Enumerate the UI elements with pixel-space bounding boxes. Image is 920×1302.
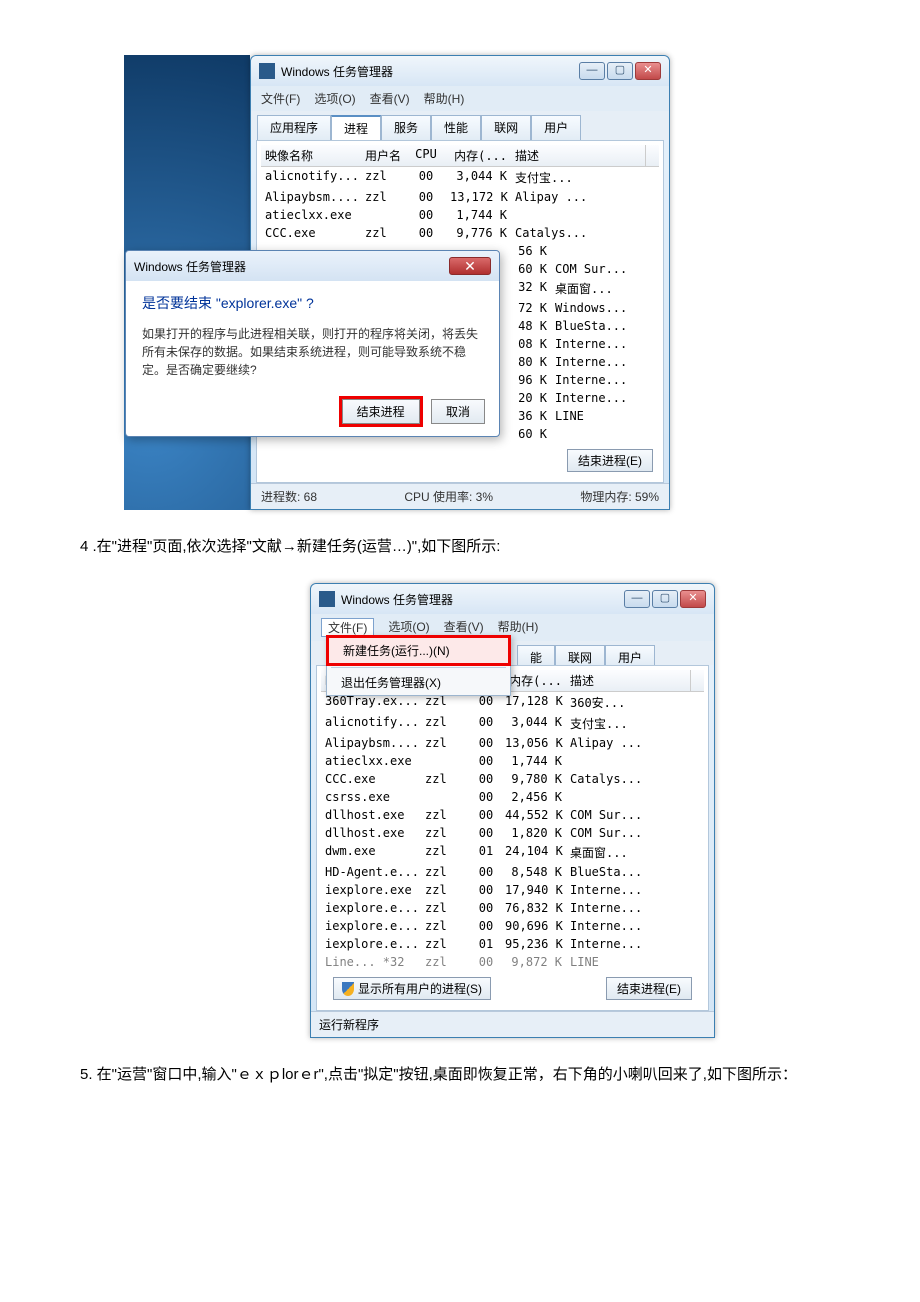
col-name[interactable]: 映像名称 — [261, 145, 361, 166]
statusbar-bottom: 运行新程序 — [311, 1011, 714, 1037]
close-button[interactable]: ✕ — [635, 62, 661, 80]
table-row[interactable]: dllhost.exezzl0044,552 KCOM Sur... — [321, 806, 704, 824]
table-row[interactable]: Alipaybsm....zzl0013,172 KAlipay ... — [261, 188, 659, 206]
figure-1: Windows 任务管理器 — ▢ ✕ 文件(F) 选项(O) 查看(V) 帮助… — [250, 55, 810, 510]
file-menu-dropdown: 新建任务(运行...)(N) 退出任务管理器(X) — [326, 635, 511, 696]
end-process-button[interactable]: 结束进程(E) — [606, 977, 692, 1000]
col-mem[interactable]: 内存(... — [446, 145, 511, 166]
table-row[interactable]: Line... *32zzl009,872 KLINE — [321, 953, 704, 971]
table-row[interactable]: iexplore.e...zzl0195,236 KInterne... — [321, 935, 704, 953]
col-user[interactable]: 用户名 — [361, 145, 406, 166]
figure-2: Windows 任务管理器 — ▢ ✕ 文件(F) 选项(O) 查看(V) 帮助… — [310, 583, 715, 1038]
confirm-end-button[interactable]: 结束进程 — [342, 399, 420, 424]
confirm-dialog: Windows 任务管理器 ✕ 是否要结束 "explorer.exe" ? 如… — [125, 250, 500, 437]
tab-performance[interactable]: 性能 — [431, 115, 481, 140]
show-all-users-button[interactable]: 显示所有用户的进程(S) — [333, 977, 491, 1000]
confirm-close-button[interactable]: ✕ — [449, 257, 491, 275]
tab-network[interactable]: 联网 — [555, 645, 605, 665]
minimize-button[interactable]: — — [579, 62, 605, 80]
confirm-question: 是否要结束 "explorer.exe" ? — [142, 293, 483, 313]
table-row[interactable]: alicnotify...zzl003,044 K支付宝... — [321, 713, 704, 734]
col-cpu[interactable]: CPU — [406, 145, 446, 166]
confirm-titlebar[interactable]: Windows 任务管理器 ✕ — [126, 251, 499, 281]
table-row[interactable]: iexplore.e...zzl0090,696 KInterne... — [321, 917, 704, 935]
step-4-text: 4 .在"进程"页面,依次选择"文献→新建任务(运营…)",如下图所示: — [80, 530, 840, 563]
table-row-partial[interactable]: 96 KInterne... — [511, 371, 659, 389]
table-row[interactable]: iexplore.exezzl0017,940 KInterne... — [321, 881, 704, 899]
table-row-partial[interactable]: 60 K — [511, 425, 659, 443]
table-row[interactable]: CCC.exezzl009,780 KCatalys... — [321, 770, 704, 788]
end-process-button[interactable]: 结束进程(E) — [567, 449, 653, 472]
show-all-label: 显示所有用户的进程(S) — [358, 980, 482, 997]
menu-view[interactable]: 查看(V) — [370, 90, 410, 107]
table-row[interactable]: dwm.exezzl0124,104 K桌面窗... — [321, 842, 704, 863]
table-row[interactable]: atieclxx.exe001,744 K — [261, 206, 659, 224]
window-title: Windows 任务管理器 — [341, 591, 624, 608]
table-row[interactable]: alicnotify...zzl003,044 K支付宝... — [261, 167, 659, 188]
table-row-partial[interactable]: 36 KLINE — [511, 407, 659, 425]
menu-new-task[interactable]: 新建任务(运行...)(N) — [326, 635, 511, 666]
table-row[interactable]: CCC.exezzl009,776 KCatalys... — [261, 224, 659, 242]
table-row[interactable]: atieclxx.exe001,744 K — [321, 752, 704, 770]
app-icon — [319, 591, 335, 607]
status-mem: 物理内存: 59% — [580, 488, 659, 505]
column-headers: 映像名称 用户名 CPU 内存(... 描述 — [261, 145, 659, 167]
tab-services[interactable]: 服务 — [381, 115, 431, 140]
table-row-partial[interactable]: 20 KInterne... — [511, 389, 659, 407]
menu-options[interactable]: 选项(O) — [314, 90, 355, 107]
col-desc[interactable]: 描述 — [566, 670, 690, 691]
process-rows: 360Tray.ex...zzl0017,128 K360安...alicnot… — [321, 692, 704, 971]
step-5-text: 5. 在"运营"窗口中,输入"ｅｘｐlorｅr",点击"拟定"按钮,桌面即恢复正… — [80, 1058, 840, 1091]
tab-processes[interactable]: 进程 — [331, 115, 381, 140]
table-row[interactable]: iexplore.e...zzl0076,832 KInterne... — [321, 899, 704, 917]
tab-users[interactable]: 用户 — [605, 645, 655, 665]
minimize-button[interactable]: — — [624, 590, 650, 608]
menu-file[interactable]: 文件(F) — [261, 90, 300, 107]
maximize-button[interactable]: ▢ — [652, 590, 678, 608]
task-manager-window-2: Windows 任务管理器 — ▢ ✕ 文件(F) 选项(O) 查看(V) 帮助… — [310, 583, 715, 1038]
table-row-partial[interactable]: 56 K — [511, 242, 659, 260]
menubar: 文件(F) 选项(O) 查看(V) 帮助(H) — [251, 86, 669, 111]
shield-icon — [342, 982, 354, 996]
table-row-partial[interactable]: 08 KInterne... — [511, 335, 659, 353]
table-row-partial[interactable]: 32 K桌面窗... — [511, 278, 659, 299]
statusbar: 进程数: 68 CPU 使用率: 3% 物理内存: 59% — [251, 483, 669, 509]
col-desc[interactable]: 描述 — [511, 145, 645, 166]
maximize-button[interactable]: ▢ — [607, 62, 633, 80]
table-row-partial[interactable]: 48 KBlueSta... — [511, 317, 659, 335]
menu-help[interactable]: 帮助(H) — [424, 90, 465, 107]
table-row-partial[interactable]: 80 KInterne... — [511, 353, 659, 371]
tab-row: 应用程序 进程 服务 性能 联网 用户 — [251, 111, 669, 140]
tab-network[interactable]: 联网 — [481, 115, 531, 140]
tab-performance-partial[interactable]: 能 — [517, 645, 555, 665]
titlebar[interactable]: Windows 任务管理器 — ▢ ✕ — [251, 56, 669, 86]
table-row-partial[interactable]: 72 KWindows... — [511, 299, 659, 317]
scroll-header-gap — [690, 670, 704, 691]
scroll-header-gap — [645, 145, 659, 166]
table-row[interactable]: Alipaybsm....zzl0013,056 KAlipay ... — [321, 734, 704, 752]
confirm-cancel-button[interactable]: 取消 — [431, 399, 485, 424]
table-row[interactable]: dllhost.exezzl001,820 KCOM Sur... — [321, 824, 704, 842]
titlebar[interactable]: Windows 任务管理器 — ▢ ✕ — [311, 584, 714, 614]
status-cpu: CPU 使用率: 3% — [404, 488, 493, 505]
process-list-panel: 映像名称 用户名 U 内存(... 描述 360Tray.ex...zzl001… — [316, 665, 709, 1011]
tab-users[interactable]: 用户 — [531, 115, 581, 140]
table-row-partial[interactable]: 60 KCOM Sur... — [511, 260, 659, 278]
window-title: Windows 任务管理器 — [281, 63, 579, 80]
menu-exit[interactable]: 退出任务管理器(X) — [327, 670, 510, 695]
tab-apps[interactable]: 应用程序 — [257, 115, 331, 140]
table-row[interactable]: csrss.exe002,456 K — [321, 788, 704, 806]
status-process-count: 进程数: 68 — [261, 488, 317, 505]
confirm-title: Windows 任务管理器 — [134, 258, 246, 275]
close-button[interactable]: ✕ — [680, 590, 706, 608]
table-row[interactable]: HD-Agent.e...zzl008,548 KBlueSta... — [321, 863, 704, 881]
process-rows: alicnotify...zzl003,044 K支付宝...Alipaybsm… — [261, 167, 659, 242]
confirm-body-text: 如果打开的程序与此进程相关联，则打开的程序将关闭，将丢失所有未保存的数据。如果结… — [142, 325, 483, 379]
menu-separator — [331, 667, 506, 668]
app-icon — [259, 63, 275, 79]
